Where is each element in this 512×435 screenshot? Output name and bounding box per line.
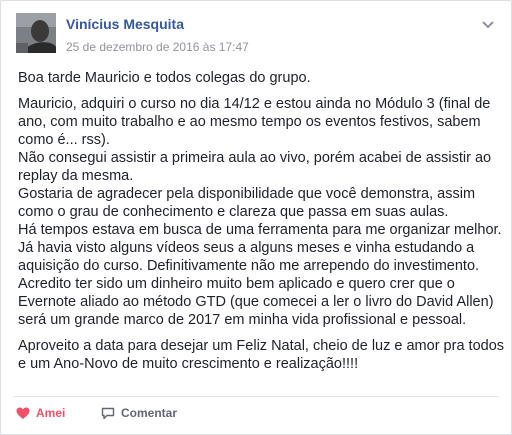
- post-text-line: Gostaria de agradecer pela disponibilida…: [18, 186, 476, 202]
- post-text-line: Evernote aliado ao método GTD (que comec…: [18, 294, 494, 310]
- love-reaction-button[interactable]: Amei: [16, 405, 65, 421]
- profile-photo: [16, 13, 56, 53]
- post-text-line: Não consegui assistir a primeira aula ao…: [18, 150, 492, 166]
- avatar[interactable]: [16, 13, 56, 53]
- post-text-line: Aproveito a data para desejar um Feliz N…: [18, 338, 505, 354]
- post-text-line: Há tempos estava em busca de uma ferrame…: [18, 222, 502, 238]
- post-paragraph: Mauricio, adquiri o curso no dia 14/12 e…: [18, 95, 502, 329]
- post-timestamp[interactable]: 25 de dezembro de 2016 às 17:47: [66, 40, 249, 54]
- comment-button[interactable]: Comentar: [101, 405, 177, 421]
- facebook-post: Vinícius Mesquita 25 de dezembro de 2016…: [0, 0, 512, 435]
- heart-icon: [16, 407, 30, 419]
- post-text-line: Acredito ter sido um dinheiro muito bem …: [18, 276, 455, 292]
- speech-bubble-icon: [101, 407, 115, 419]
- post-paragraph: Aproveito a data para desejar um Feliz N…: [18, 337, 505, 373]
- post-text-line: replay da mesma.: [18, 168, 134, 184]
- post-text-line: como é... rss).: [18, 132, 110, 148]
- post-text-line: e um Ano-Novo de muito crescimento e rea…: [18, 356, 359, 372]
- love-label: Amei: [36, 406, 66, 420]
- post-text-line: aquisição do curso. Definitivamente não …: [18, 258, 480, 274]
- post-paragraph: Boa tarde Mauricio e todos colegas do gr…: [18, 69, 498, 87]
- post-text-line: ano, com muito trabalho e ao mesmo tempo…: [18, 114, 481, 130]
- post-text-line: Boa tarde Mauricio e todos colegas do gr…: [18, 70, 311, 86]
- post-text-line: Mauricio, adquiri o curso no dia 14/12 e…: [18, 96, 491, 112]
- post-author[interactable]: Vinícius Mesquita: [66, 16, 184, 32]
- post-text-line: será um grande marco de 2017 em minha vi…: [18, 312, 467, 328]
- chevron-down-icon[interactable]: [481, 17, 495, 29]
- divider: [13, 396, 499, 397]
- post-text-line: Já havia visto alguns vídeos seus a algu…: [18, 240, 475, 256]
- post-body: Boa tarde Mauricio e todos colegas do gr…: [18, 69, 505, 381]
- post-text-line: como o grau de conhecimento e clareza qu…: [18, 204, 449, 220]
- comment-label: Comentar: [121, 406, 178, 420]
